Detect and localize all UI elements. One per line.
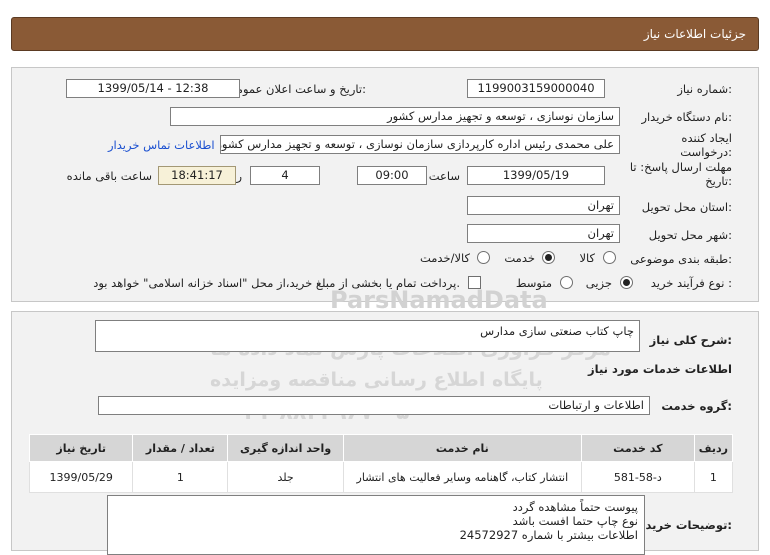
cell-unit: جلد: [227, 461, 344, 493]
deadline-time-label: ساعت: [428, 169, 460, 183]
col-service-code: کد خدمت: [580, 434, 695, 462]
col-service-name: نام خدمت: [342, 434, 582, 462]
buyer-notes-label: توضیحات خریدار:: [634, 518, 732, 532]
creator-field: علی محمدی رئیس اداره کارپردازی سازمان نو…: [220, 135, 620, 154]
buyer-note-line-3: اطلاعات بیشتر با شماره 24572927: [459, 528, 638, 542]
category-goods-label: کالا: [579, 251, 595, 265]
process-minor-radio[interactable]: [620, 276, 633, 289]
need-number-label: شماره نیاز:: [677, 82, 732, 96]
general-desc-label: شرح کلی نیاز:: [649, 333, 732, 347]
buyer-org-label: نام دستگاه خریدار:: [641, 110, 732, 124]
buyer-note-line-1: پیوست حتماً مشاهده گردد: [512, 500, 638, 514]
remaining-time-field: 18:41:17: [158, 166, 236, 185]
category-label: طبقه بندی موضوعی:: [630, 252, 732, 266]
category-goods-radio[interactable]: [603, 251, 616, 264]
province-field: تهران: [467, 196, 620, 215]
buyer-contact-link[interactable]: اطلاعات تماس خریدار: [108, 138, 215, 152]
service-group-label: گروه خدمت:: [661, 399, 732, 413]
announce-datetime-field: 1399/05/14 - 12:38: [66, 79, 240, 98]
need-number-field: 1199003159000040: [467, 79, 605, 98]
category-service-radio[interactable]: [542, 251, 555, 264]
deadline-time-field: 09:00: [357, 166, 427, 185]
buyer-org-field: سازمان نوسازی ، توسعه و تجهیز مدارس کشور: [170, 107, 620, 126]
category-goods-service-radio[interactable]: [477, 251, 490, 264]
cell-need-date: 1399/05/29: [28, 461, 134, 493]
col-quantity: تعداد / مقدار: [132, 434, 229, 462]
process-label: نوع فرآیند خرید :: [650, 276, 732, 290]
buyer-note-line-2: نوع چاپ حتما افست باشد: [512, 514, 638, 528]
days-remaining-field: 4: [250, 166, 320, 185]
col-unit: واحد اندازه گیری: [227, 434, 344, 462]
cell-service-name: انتشار کتاب، گاهنامه وسایر فعالیت های ان…: [342, 461, 582, 493]
service-group-field: اطلاعات و ارتباطات: [98, 396, 650, 415]
table-header-row: ردیف کد خدمت نام خدمت واحد اندازه گیری ت…: [28, 434, 734, 462]
cell-quantity: 1: [132, 461, 229, 493]
process-medium-radio[interactable]: [560, 276, 573, 289]
general-desc-field: چاپ کتاب صنعتی سازی مدارس: [95, 320, 640, 352]
col-row-number: ردیف: [693, 434, 734, 462]
announce-datetime-label: تاریخ و ساعت اعلان عمومی:: [227, 82, 366, 96]
remaining-time-label: ساعت باقی مانده: [66, 169, 152, 183]
watermark-line2: پایگاه اطلاع رسانی مناقصه ومزایده: [210, 369, 543, 391]
table-row: 1 د-58-581 انتشار کتاب، گاهنامه وسایر فع…: [28, 461, 734, 493]
page-title: جزئیات اطلاعات نیاز: [643, 27, 746, 41]
deadline-label: مهلت ارسال پاسخ: تا تاریخ:: [629, 160, 732, 188]
process-minor-label: جزیی: [585, 276, 612, 290]
col-need-date: تاریخ نیاز: [28, 434, 134, 462]
category-service-label: خدمت: [504, 251, 535, 265]
city-label: شهر محل تحویل:: [648, 228, 732, 242]
creator-label: ایجاد کننده درخواست:: [680, 131, 732, 159]
cell-service-code: د-58-581: [580, 461, 695, 493]
services-table: ردیف کد خدمت نام خدمت واحد اندازه گیری ت…: [28, 434, 734, 493]
city-field: تهران: [467, 224, 620, 243]
category-goods-service-label: کالا/خدمت: [419, 251, 470, 265]
page-header-bar: جزئیات اطلاعات نیاز: [11, 17, 759, 51]
services-info-title: اطلاعات خدمات مورد نیاز: [588, 362, 732, 376]
province-label: استان محل تحویل:: [641, 200, 732, 214]
watermark-brand: ParsNamadData: [330, 286, 548, 314]
cell-row-number: 1: [693, 461, 734, 493]
deadline-date-field: 1399/05/19: [467, 166, 605, 185]
